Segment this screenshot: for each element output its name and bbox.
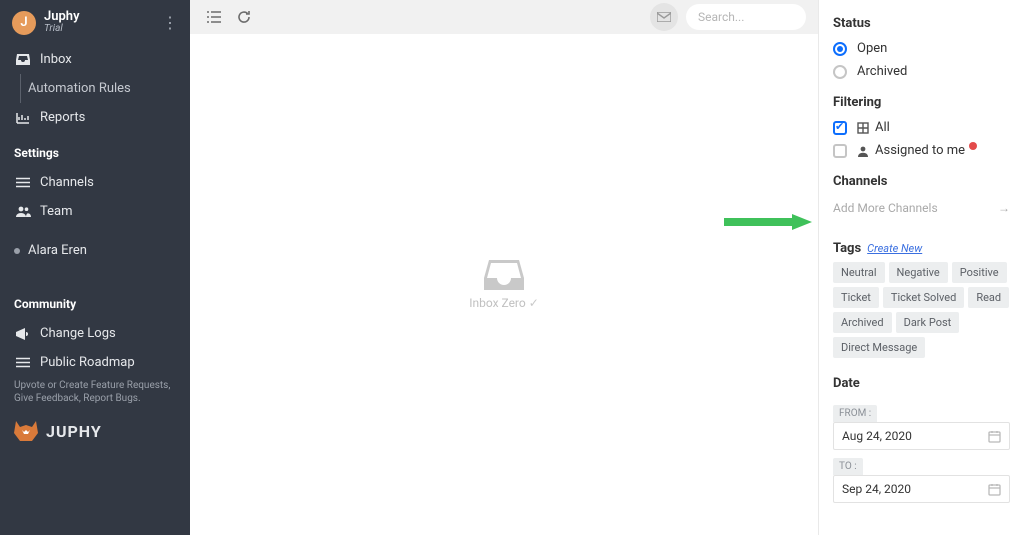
tag-item[interactable]: Dark Post: [896, 312, 960, 333]
sidebar-item-inbox[interactable]: Inbox: [0, 45, 190, 74]
filter-all-label: All: [875, 120, 890, 135]
megaphone-icon: [14, 328, 32, 340]
sidebar-label-changelogs: Change Logs: [40, 326, 116, 341]
date-to-label: TO :: [833, 458, 863, 475]
tags-title: Tags: [833, 241, 861, 256]
tag-item[interactable]: Ticket Solved: [883, 287, 964, 308]
workspace-header[interactable]: J Juphy Trial ⋮: [0, 0, 190, 45]
mail-button[interactable]: [650, 3, 678, 31]
workspace-menu-icon[interactable]: ⋮: [162, 13, 178, 32]
arrow-right-icon: →: [998, 201, 1010, 215]
date-to-value: Sep 24, 2020: [842, 482, 911, 496]
inbox-empty-text: Inbox Zero: [469, 296, 526, 310]
filter-all[interactable]: All: [833, 116, 1010, 139]
calendar-icon: [988, 483, 1001, 496]
reports-icon: [14, 112, 32, 124]
annotation-arrow: [724, 214, 812, 230]
workspace-name: Juphy: [44, 10, 80, 23]
inbox-icon: [14, 54, 32, 65]
filter-assigned-label: Assigned to me: [875, 143, 965, 158]
inbox-zero-icon: [484, 260, 524, 290]
refresh-button[interactable]: [232, 5, 256, 29]
inbox-empty-state: Inbox Zero ✓: [190, 34, 818, 535]
tag-item[interactable]: Negative: [889, 262, 948, 283]
status-archived-label: Archived: [857, 64, 907, 79]
status-open-label: Open: [857, 41, 887, 56]
sidebar-label-reports: Reports: [40, 110, 85, 125]
sidebar: J Juphy Trial ⋮ Inbox Automation Rules R…: [0, 0, 190, 535]
sidebar-item-roadmap[interactable]: Public Roadmap: [0, 348, 190, 377]
date-from-input[interactable]: Aug 24, 2020: [833, 422, 1010, 450]
filtering-title: Filtering: [833, 95, 1010, 110]
sidebar-roadmap-hint: Upvote or Create Feature Requests, Give …: [0, 377, 190, 413]
date-from-label: FROM :: [833, 405, 877, 422]
radio-icon: [833, 42, 847, 56]
tag-item[interactable]: Archived: [833, 312, 892, 333]
date-title: Date: [833, 376, 1010, 391]
date-to-input[interactable]: Sep 24, 2020: [833, 475, 1010, 503]
tag-list: Neutral Negative Positive Ticket Ticket …: [833, 262, 1010, 358]
sidebar-item-team[interactable]: Team: [0, 197, 190, 226]
sidebar-item-reports[interactable]: Reports: [0, 103, 190, 132]
radio-icon: [833, 65, 847, 79]
status-open[interactable]: Open: [833, 37, 1010, 60]
filter-panel: Status Open Archived Filtering All Assig…: [819, 0, 1024, 535]
workspace-avatar: J: [12, 11, 36, 35]
brand-logo-text: JUPHY: [46, 422, 102, 441]
check-icon: ✓: [529, 296, 539, 310]
date-from-value: Aug 24, 2020: [842, 429, 912, 443]
channels-title: Channels: [833, 174, 1010, 189]
create-new-tag-link[interactable]: Create New: [867, 242, 922, 255]
person-icon: [857, 145, 869, 157]
calendar-icon: [988, 430, 1001, 443]
filter-assigned-to-me[interactable]: Assigned to me: [833, 139, 1010, 162]
tag-item[interactable]: Ticket: [833, 287, 879, 308]
tag-item[interactable]: Read: [968, 287, 1009, 308]
search-input[interactable]: [686, 4, 806, 30]
tag-item[interactable]: Neutral: [833, 262, 885, 283]
sidebar-section-settings: Settings: [0, 132, 190, 168]
checkbox-icon: [833, 144, 847, 158]
tag-item[interactable]: Direct Message: [833, 337, 925, 358]
sidebar-user-name: Alara Eren: [28, 243, 87, 258]
add-more-channels[interactable]: Add More Channels →: [833, 195, 1010, 221]
sidebar-label-team: Team: [40, 204, 73, 219]
checkbox-icon: [833, 121, 847, 135]
status-archived[interactable]: Archived: [833, 60, 1010, 83]
roadmap-icon: [14, 357, 32, 368]
sidebar-section-community: Community: [0, 283, 190, 319]
sidebar-user[interactable]: Alara Eren: [0, 236, 190, 265]
sidebar-label-inbox: Inbox: [40, 52, 72, 67]
main-area: Inbox Zero ✓: [190, 0, 819, 535]
status-title: Status: [833, 16, 1010, 31]
grid-icon: [857, 122, 869, 134]
notification-dot: [969, 142, 977, 150]
sidebar-item-channels[interactable]: Channels: [0, 168, 190, 197]
team-icon: [14, 206, 32, 217]
tag-item[interactable]: Positive: [952, 262, 1007, 283]
sidebar-label-automation: Automation Rules: [28, 81, 131, 96]
channels-icon: [14, 177, 32, 188]
workspace-plan: Trial: [44, 23, 80, 35]
sidebar-label-channels: Channels: [40, 175, 94, 190]
sidebar-label-roadmap: Public Roadmap: [40, 355, 135, 370]
juphy-logo-icon: [14, 421, 38, 441]
add-channels-label: Add More Channels: [833, 201, 938, 215]
brand-logo[interactable]: JUPHY: [0, 413, 190, 453]
sidebar-item-changelogs[interactable]: Change Logs: [0, 319, 190, 348]
list-view-button[interactable]: [202, 5, 226, 29]
sidebar-item-automation-rules[interactable]: Automation Rules: [0, 74, 190, 103]
topbar: [190, 0, 818, 34]
mail-icon: [657, 12, 671, 22]
user-status-dot: [14, 248, 20, 254]
